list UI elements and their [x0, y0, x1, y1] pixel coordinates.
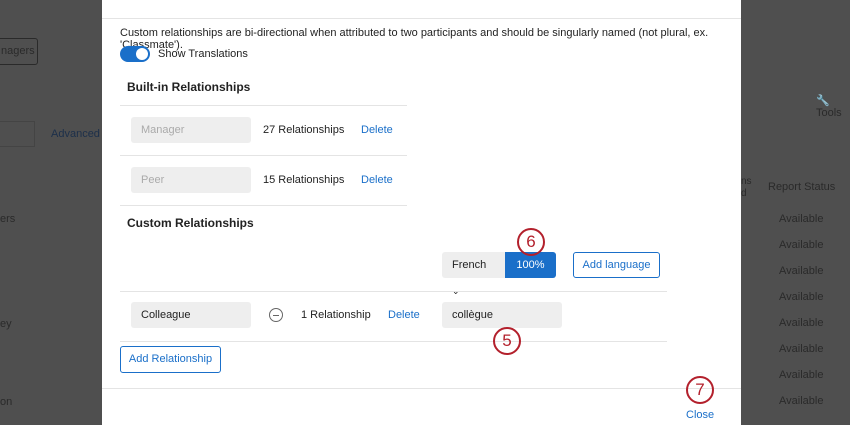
report-status-cell: Available — [779, 265, 824, 277]
delete-link[interactable]: Delete — [361, 124, 393, 136]
annotation-marker: 5 — [493, 327, 521, 355]
report-status-cell: Available — [779, 369, 824, 381]
show-translations-toggle[interactable] — [120, 46, 150, 62]
tools-label: Tools — [816, 107, 842, 119]
annotation-marker: 7 — [686, 376, 714, 404]
report-status-cell: Available — [779, 343, 824, 355]
delete-link[interactable]: Delete — [361, 174, 393, 186]
header-divider — [102, 18, 741, 19]
builtin-name-field: Peer — [131, 167, 251, 193]
relationship-count: 27 Relationships — [263, 124, 345, 136]
delete-link[interactable]: Delete — [388, 309, 420, 321]
add-language-button[interactable]: Add language — [573, 252, 660, 278]
custom-name-field[interactable]: Colleague — [131, 302, 251, 328]
column-header-partial: ns d — [741, 176, 752, 199]
report-status-cell: Available — [779, 239, 824, 251]
wrench-icon: 🔧 — [816, 95, 830, 107]
left-partial-text: ey — [0, 318, 12, 330]
custom-heading: Custom Relationships — [127, 216, 254, 230]
close-button[interactable]: Close — [686, 409, 714, 421]
language-select-value: French — [452, 259, 487, 271]
report-status-cell: Available — [779, 395, 824, 407]
builtin-name-field: Manager — [131, 117, 251, 143]
translation-field[interactable]: collègue — [442, 302, 562, 328]
show-translations-label: Show Translations — [158, 48, 248, 60]
builtin-heading: Built-in Relationships — [127, 80, 251, 94]
report-status-cell: Available — [779, 317, 824, 329]
report-status-cell: Available — [779, 213, 824, 225]
add-relationship-button[interactable]: Add Relationship — [120, 346, 221, 373]
relationship-count: 1 Relationship — [301, 309, 371, 321]
tools-menu: 🔧 Tools — [816, 94, 850, 119]
remove-circle-icon[interactable] — [269, 308, 283, 322]
managers-button: nagers — [0, 38, 38, 65]
language-select[interactable]: French ⌄ — [442, 252, 505, 296]
annotation-marker: 6 — [517, 228, 545, 256]
report-status-cell: Available — [779, 291, 824, 303]
bg-search-input — [0, 121, 35, 147]
left-partial-text: on — [0, 396, 13, 408]
report-status-header: Report Status — [768, 181, 836, 193]
relationship-count: 15 Relationships — [263, 174, 345, 186]
left-partial-text: ers — [0, 213, 16, 225]
relationships-modal: Custom relationships are bi-directional … — [102, 0, 741, 425]
